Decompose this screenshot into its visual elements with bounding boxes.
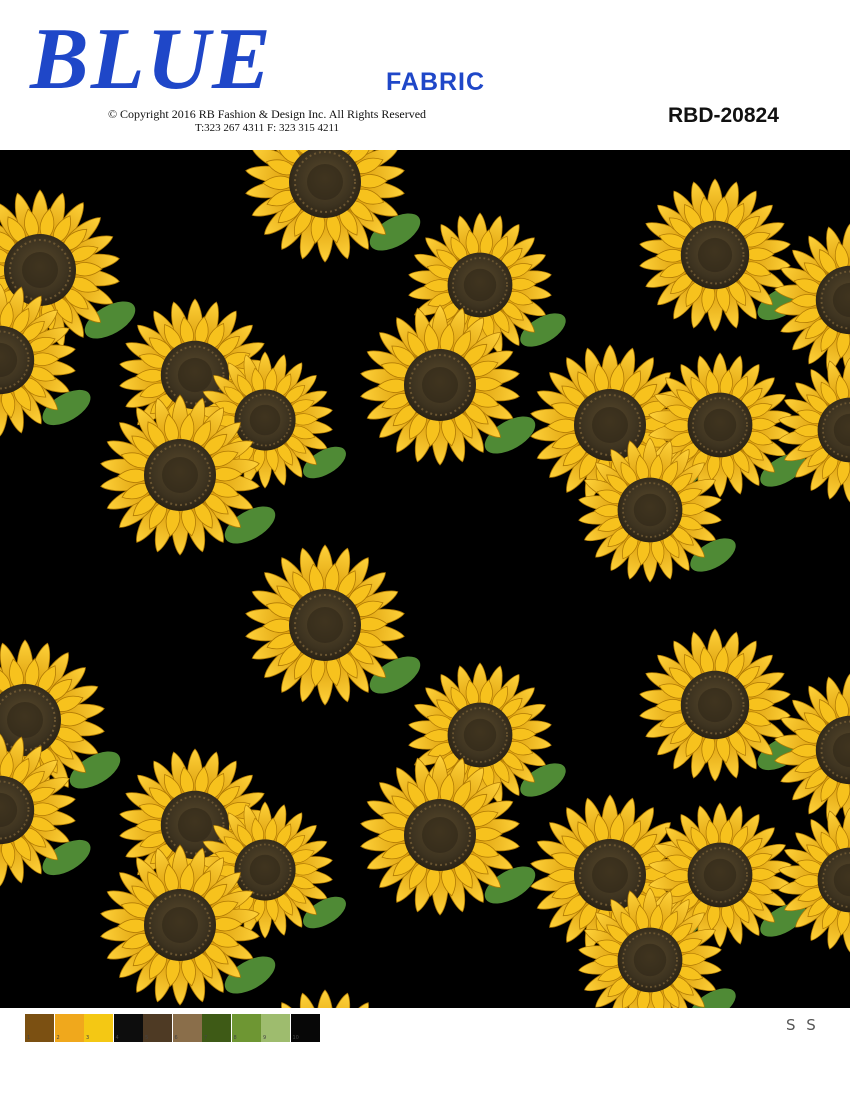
palette-swatch: 1 <box>25 1014 54 1042</box>
color-palette: 1 2 3 4 5 6 7 8 9 10 <box>25 1014 320 1042</box>
swatch-number: 9 <box>263 1035 267 1041</box>
palette-swatch: 5 <box>143 1014 172 1042</box>
swatch-number: 8 <box>233 1035 237 1041</box>
swatch-number: 1 <box>27 1035 31 1041</box>
swatch-number: 2 <box>56 1035 60 1041</box>
size-label: S S <box>786 1016 819 1034</box>
design-code: RBD-20824 <box>668 104 779 127</box>
sunflower-pattern <box>0 150 850 1008</box>
palette-swatch: 3 <box>84 1014 113 1042</box>
swatch-number: 6 <box>174 1035 178 1041</box>
palette-swatch: 6 <box>172 1014 202 1042</box>
copyright-line-2: T:323 267 4311 F: 323 315 4211 <box>194 122 340 134</box>
copyright-notice: © Copyright 2016 RB Fashion & Design Inc… <box>84 107 450 135</box>
palette-swatch: 7 <box>202 1014 231 1042</box>
swatch-number: 3 <box>86 1035 90 1041</box>
brand-wordmark: BLUE <box>30 11 273 108</box>
palette-swatch: 4 <box>113 1014 143 1042</box>
swatch-number: 10 <box>292 1035 299 1041</box>
brand-subtitle: FABRIC <box>386 68 486 96</box>
palette-swatch: 9 <box>261 1014 290 1042</box>
copyright-line-1: © Copyright 2016 RB Fashion & Design Inc… <box>107 107 427 121</box>
palette-swatch: 2 <box>54 1014 84 1042</box>
swatch-number: 7 <box>204 1035 208 1041</box>
palette-swatch: 8 <box>231 1014 261 1042</box>
palette-swatch: 10 <box>290 1014 320 1042</box>
brand-logo: BLUE FABRIC <box>30 12 510 112</box>
swatch-number: 5 <box>145 1035 149 1041</box>
pattern-canvas <box>0 150 850 1008</box>
header: BLUE FABRIC © Copyright 2016 RB Fashion … <box>0 0 850 150</box>
sunflower-icon <box>243 989 407 1008</box>
swatch-number: 4 <box>115 1035 119 1041</box>
